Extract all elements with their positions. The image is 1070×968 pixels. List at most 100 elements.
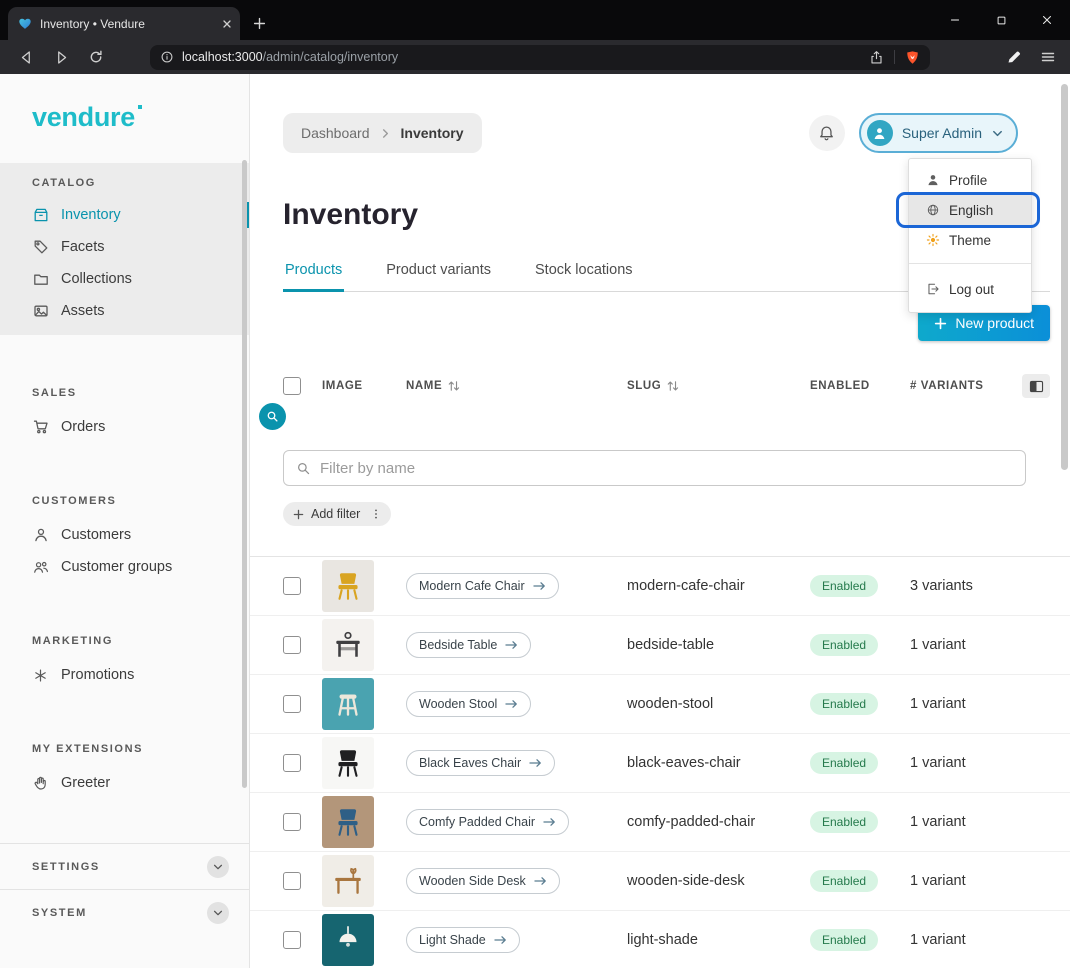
- product-slug: modern-cafe-chair: [627, 578, 810, 594]
- row-checkbox[interactable]: [283, 813, 301, 831]
- arrow-right-icon: [534, 876, 547, 886]
- product-image: [322, 619, 374, 671]
- window-minimize-button[interactable]: [932, 0, 978, 40]
- pencil-icon[interactable]: [1006, 49, 1022, 65]
- reload-button[interactable]: [88, 49, 104, 66]
- user-icon: [925, 173, 941, 187]
- variant-count: 3 variants: [910, 578, 1050, 594]
- column-header-name[interactable]: NAME: [406, 380, 627, 392]
- section-label-settings: SETTINGS: [32, 861, 100, 873]
- sidebar-item-label: Collections: [61, 271, 132, 287]
- sidebar-scrollbar[interactable]: [242, 160, 247, 788]
- section-label-marketing: MARKETING: [32, 635, 249, 647]
- sort-icon[interactable]: [666, 380, 680, 392]
- tab-products[interactable]: Products: [283, 262, 344, 291]
- chevron-down-icon[interactable]: [207, 902, 229, 924]
- add-filter-button[interactable]: Add filter: [283, 502, 391, 526]
- chevron-down-icon: [991, 127, 1004, 140]
- menu-item-language[interactable]: English: [909, 195, 1031, 225]
- chevron-down-icon[interactable]: [207, 856, 229, 878]
- sort-icon[interactable]: [447, 380, 461, 392]
- window-close-button[interactable]: [1024, 0, 1070, 40]
- menu-item-profile[interactable]: Profile: [909, 165, 1031, 195]
- row-checkbox[interactable]: [283, 754, 301, 772]
- row-checkbox[interactable]: [283, 577, 301, 595]
- menu-divider: [909, 263, 1031, 264]
- product-name-link[interactable]: Wooden Side Desk: [406, 868, 560, 894]
- site-info-icon[interactable]: [160, 50, 174, 64]
- new-tab-button[interactable]: [252, 7, 267, 40]
- share-icon[interactable]: [869, 50, 884, 65]
- forward-button[interactable]: [53, 49, 70, 66]
- row-checkbox[interactable]: [283, 872, 301, 890]
- sidebar-item-orders[interactable]: Orders: [0, 411, 249, 443]
- menu-item-label: Theme: [949, 233, 991, 248]
- row-checkbox[interactable]: [283, 695, 301, 713]
- product-slug: light-shade: [627, 932, 810, 948]
- column-header-slug[interactable]: SLUG: [627, 380, 810, 392]
- page-scrollbar[interactable]: [1061, 84, 1068, 470]
- product-name-link[interactable]: Modern Cafe Chair: [406, 573, 559, 599]
- browser-menu-icon[interactable]: [1040, 49, 1056, 65]
- menu-item-logout[interactable]: Log out: [909, 272, 1031, 306]
- table-row: Wooden Stool wooden-stool Enabled 1 vari…: [250, 675, 1070, 734]
- tab-close-icon[interactable]: [222, 19, 232, 29]
- product-name-link[interactable]: Black Eaves Chair: [406, 750, 555, 776]
- divider: [894, 50, 895, 64]
- product-slug: wooden-side-desk: [627, 873, 810, 889]
- menu-item-theme[interactable]: Theme: [909, 225, 1031, 255]
- filter-input[interactable]: [320, 460, 1013, 477]
- sidebar-item-promotions[interactable]: Promotions: [0, 659, 249, 691]
- breadcrumb-inventory[interactable]: Inventory: [401, 125, 464, 141]
- select-all-checkbox[interactable]: [283, 377, 301, 395]
- product-image: [322, 560, 374, 612]
- status-badge: Enabled: [810, 811, 878, 833]
- table-row: Wooden Side Desk wooden-side-desk Enable…: [250, 852, 1070, 911]
- kebab-menu-icon[interactable]: [367, 508, 385, 520]
- product-name-link[interactable]: Wooden Stool: [406, 691, 531, 717]
- sidebar-item-customers[interactable]: Customers: [0, 519, 249, 551]
- window-maximize-button[interactable]: [978, 0, 1024, 40]
- sidebar-item-facets[interactable]: Facets: [0, 231, 249, 263]
- row-checkbox[interactable]: [283, 931, 301, 949]
- section-label-catalog: CATALOG: [32, 177, 249, 189]
- sidebar-item-inventory[interactable]: Inventory: [0, 199, 249, 231]
- sun-icon: [925, 233, 941, 247]
- address-bar[interactable]: localhost:3000/admin/catalog/inventory: [150, 45, 930, 70]
- tab-stock-locations[interactable]: Stock locations: [533, 262, 635, 291]
- new-product-label: New product: [955, 315, 1034, 331]
- brave-shield-icon[interactable]: [905, 50, 920, 65]
- sidebar-section-settings[interactable]: SETTINGS: [0, 843, 249, 889]
- column-header-image: IMAGE: [322, 380, 406, 392]
- filter-bar: [283, 450, 1026, 486]
- notifications-button[interactable]: [809, 115, 845, 151]
- back-button[interactable]: [18, 49, 35, 66]
- user-menu-button[interactable]: Super Admin: [859, 113, 1018, 153]
- breadcrumb-dashboard[interactable]: Dashboard: [301, 125, 370, 141]
- sidebar-item-customer-groups[interactable]: Customer groups: [0, 551, 249, 583]
- tab-product-variants[interactable]: Product variants: [384, 262, 493, 291]
- status-badge: Enabled: [810, 634, 878, 656]
- table-search-toggle[interactable]: [259, 403, 286, 430]
- product-name-link[interactable]: Comfy Padded Chair: [406, 809, 569, 835]
- column-header-enabled: ENABLED: [810, 380, 910, 392]
- sidebar-item-assets[interactable]: Assets: [0, 295, 249, 327]
- waving-hand-icon: [32, 775, 49, 791]
- browser-titlebar: Inventory • Vendure: [0, 0, 1070, 40]
- product-image: [322, 796, 374, 848]
- sidebar-section-system[interactable]: SYSTEM: [0, 889, 249, 935]
- product-image: [322, 855, 374, 907]
- sidebar-item-greeter[interactable]: Greeter: [0, 767, 249, 799]
- row-checkbox[interactable]: [283, 636, 301, 654]
- variant-count: 1 variant: [910, 696, 1050, 712]
- browser-tab[interactable]: Inventory • Vendure: [8, 7, 240, 40]
- column-picker-button[interactable]: [1022, 374, 1050, 398]
- section-label-customers: CUSTOMERS: [32, 495, 249, 507]
- product-image: [322, 737, 374, 789]
- logout-icon: [925, 282, 941, 296]
- variant-count: 1 variant: [910, 873, 1050, 889]
- sidebar-item-collections[interactable]: Collections: [0, 263, 249, 295]
- product-name-link[interactable]: Bedside Table: [406, 632, 531, 658]
- product-name-link[interactable]: Light Shade: [406, 927, 520, 953]
- arrow-right-icon: [533, 581, 546, 591]
